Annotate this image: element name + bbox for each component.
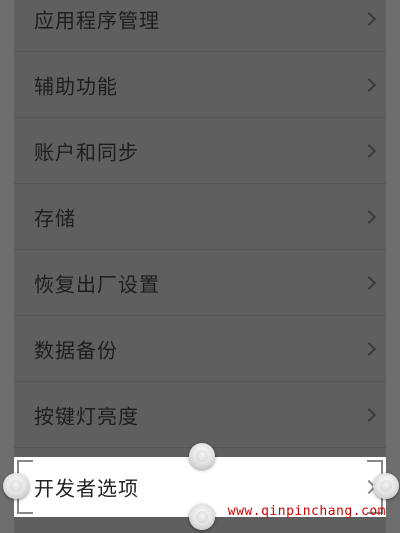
crop-handle-bottom[interactable] [189,504,215,530]
settings-item-accessibility[interactable]: 辅助功能 [14,52,386,118]
settings-item-app-management[interactable]: 应用程序管理 [14,0,386,52]
settings-item-label: 开发者选项 [34,476,139,501]
settings-item-label: 数据备份 [34,338,118,362]
settings-list: 应用程序管理 辅助功能 账户和同步 存储 恢复出厂设置 数据备份 按键灯亮度 [14,0,386,448]
settings-item-label: 恢复出厂设置 [34,272,160,296]
chevron-right-icon [361,143,377,158]
settings-item-accounts-sync[interactable]: 账户和同步 [14,118,386,184]
settings-item-key-light-brightness[interactable]: 按键灯亮度 [14,382,386,448]
crop-corner-icon [17,498,33,514]
settings-item-label: 按键灯亮度 [34,404,139,428]
chevron-right-icon [361,77,377,92]
crop-handle-right[interactable] [373,473,399,499]
settings-item-label: 账户和同步 [34,140,139,164]
chevron-right-icon [361,209,377,224]
settings-item-storage[interactable]: 存储 [14,184,386,250]
chevron-right-icon [361,275,377,290]
settings-item-label: 应用程序管理 [34,8,160,32]
chevron-right-icon [361,407,377,422]
watermark-text: www.qinpinchang.com [227,504,386,519]
crop-handle-left[interactable] [3,473,29,499]
settings-item-factory-reset[interactable]: 恢复出厂设置 [14,250,386,316]
chevron-right-icon [361,11,377,26]
settings-item-label: 存储 [34,206,76,230]
screen: 应用程序管理 辅助功能 账户和同步 存储 恢复出厂设置 数据备份 按键灯亮度 开… [0,0,400,533]
chevron-right-icon [361,341,377,356]
settings-item-data-backup[interactable]: 数据备份 [14,316,386,382]
crop-handle-top[interactable] [189,443,215,469]
settings-item-label: 辅助功能 [34,74,118,98]
